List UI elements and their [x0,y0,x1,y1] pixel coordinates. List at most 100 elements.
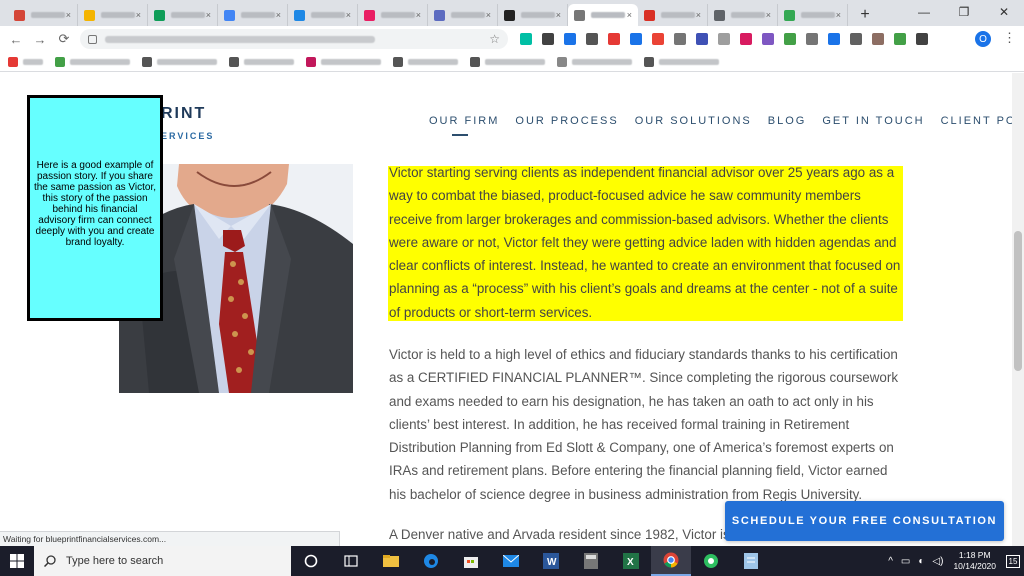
browser-tab[interactable]: × [358,4,428,26]
extension-icon[interactable] [762,33,774,45]
extension-icon[interactable] [872,33,884,45]
close-tab-icon[interactable]: × [556,10,561,20]
forward-button[interactable]: → [28,27,52,51]
close-tab-icon[interactable]: × [206,10,211,20]
volume-icon[interactable]: ◁) [932,556,943,567]
new-tab-button[interactable]: + [854,4,876,26]
bookmark-item[interactable] [55,56,130,67]
annotation-callout: Here is a good example of passion story.… [27,95,163,321]
word-icon[interactable]: W [531,546,571,576]
extension-icon[interactable] [674,33,686,45]
extension-icon[interactable] [630,33,642,45]
close-tab-icon[interactable]: × [416,10,421,20]
site-icon [574,9,585,21]
extension-icon[interactable] [586,33,598,45]
browser-tab[interactable]: × [8,4,78,26]
cortana-icon[interactable] [291,546,331,576]
bookmark-item[interactable] [644,56,719,67]
tab-title-blurred [451,12,485,18]
bookmark-item[interactable] [229,56,294,67]
nav-our-process[interactable]: OUR PROCESS [515,115,618,127]
browser-tab[interactable]: × [288,4,358,26]
extension-icon[interactable] [806,33,818,45]
scrollbar-thumb[interactable] [1014,231,1022,371]
taskbar-search-box[interactable]: Type here to search [34,546,291,576]
close-window-button[interactable]: ✕ [984,0,1024,24]
extension-icon[interactable] [850,33,862,45]
browser-menu-icon[interactable]: ⋮ [1003,30,1016,46]
extension-icon[interactable] [740,33,752,45]
edge-icon[interactable] [411,546,451,576]
close-tab-icon[interactable]: × [136,10,141,20]
address-bar[interactable]: ☆ [80,29,508,49]
browser-tab[interactable]: × [428,4,498,26]
extension-icon[interactable] [520,33,532,45]
close-tab-icon[interactable]: × [696,10,701,20]
close-tab-icon[interactable]: × [346,10,351,20]
back-button[interactable]: ← [4,27,28,51]
close-tab-icon[interactable]: × [276,10,281,20]
close-tab-icon[interactable]: × [486,10,491,20]
windows-taskbar: Type here to search W X ^ ▭ ◐ ◁) 1:18 PM… [0,546,1024,576]
calculator-icon[interactable] [571,546,611,576]
browser-tab[interactable]: × [218,4,288,26]
nav-blog[interactable]: BLOG [768,115,807,127]
extension-icon[interactable] [564,33,576,45]
page-scrollbar[interactable] [1012,73,1024,546]
bookmark-item[interactable] [393,56,458,67]
bookmark-item[interactable] [142,56,217,67]
browser-tab[interactable]: × [498,4,568,26]
extension-icon[interactable] [828,33,840,45]
nav-our-firm[interactable]: OUR FIRM [429,115,499,127]
chrome-icon[interactable] [651,546,691,576]
bookmark-item[interactable] [306,56,381,67]
bookmark-item[interactable] [8,56,43,67]
file-explorer-icon[interactable] [371,546,411,576]
taskbar-clock[interactable]: 1:18 PM 10/14/2020 [953,550,996,572]
evernote-icon[interactable] [691,546,731,576]
restore-button[interactable]: ❐ [944,0,984,24]
bookmark-item[interactable] [470,56,545,67]
schedule-consultation-button[interactable]: SCHEDULE YOUR FREE CONSULTATION [725,501,1004,541]
nav-get-in-touch[interactable]: GET IN TOUCH [822,115,924,127]
close-tab-icon[interactable]: × [66,10,71,20]
browser-tab[interactable]: × [568,4,638,26]
close-tab-icon[interactable]: × [627,10,632,20]
excel-icon[interactable]: X [611,546,651,576]
profile-avatar[interactable]: O [975,31,991,47]
browser-tab[interactable]: × [638,4,708,26]
extension-icon[interactable] [652,33,664,45]
task-view-icon[interactable] [331,546,371,576]
extension-icon[interactable] [542,33,554,45]
nav-active-indicator [452,134,468,136]
chevron-up-icon[interactable]: ^ [888,556,893,567]
network-icon[interactable]: ◐ [918,556,924,567]
mail-icon[interactable] [491,546,531,576]
close-tab-icon[interactable]: × [836,10,841,20]
windows-start-button[interactable] [0,546,34,576]
browser-tab[interactable]: × [778,4,848,26]
extension-icon[interactable] [718,33,730,45]
nav-client-portal[interactable]: CLIENT PORTAL [941,115,1012,127]
browser-tab[interactable]: × [708,4,778,26]
extension-icon[interactable] [894,33,906,45]
extension-icon[interactable] [784,33,796,45]
minimize-button[interactable]: — [904,0,944,24]
extension-icon[interactable] [608,33,620,45]
notification-center-icon[interactable]: 15 [1002,546,1024,576]
battery-icon[interactable]: ▭ [901,556,910,567]
browser-tab[interactable]: × [78,4,148,26]
nav-our-solutions[interactable]: OUR SOLUTIONS [635,115,752,127]
bookmark-item[interactable] [557,56,632,67]
reload-button[interactable]: ⟳ [52,27,76,51]
site-logo[interactable]: RINT [161,105,206,123]
extension-icon[interactable] [696,33,708,45]
tab-title-blurred [521,12,555,18]
close-tab-icon[interactable]: × [766,10,771,20]
notes-app-icon[interactable] [731,546,771,576]
extension-icon[interactable] [916,33,928,45]
browser-tab[interactable]: × [148,4,218,26]
web-page: RINT ERVICES OUR FIRM OUR PROCESS OUR SO… [0,73,1012,546]
store-icon[interactable] [451,546,491,576]
bookmark-star-icon[interactable]: ☆ [489,32,500,46]
